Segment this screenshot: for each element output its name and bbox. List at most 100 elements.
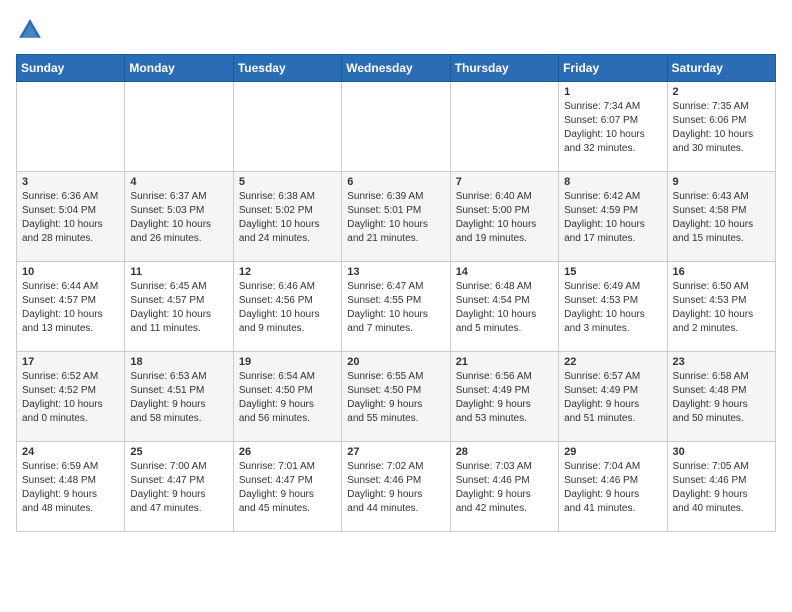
calendar-cell: 11 Sunrise: 6:45 AM Sunset: 4:57 PM Dayli… (125, 262, 233, 352)
calendar-header-row: SundayMondayTuesdayWednesdayThursdayFrid… (17, 55, 776, 82)
page-header (16, 16, 776, 44)
day-info: Sunrise: 6:50 AM Sunset: 4:53 PM Dayligh… (673, 280, 770, 336)
calendar-cell (17, 82, 125, 172)
calendar-header-thursday: Thursday (450, 55, 558, 82)
calendar-table: SundayMondayTuesdayWednesdayThursdayFrid… (16, 54, 776, 532)
day-number: 13 (347, 266, 444, 278)
calendar-cell: 5 Sunrise: 6:38 AM Sunset: 5:02 PM Daylig… (233, 172, 341, 262)
day-info: Sunrise: 6:52 AM Sunset: 4:52 PM Dayligh… (22, 370, 119, 426)
calendar-cell: 30 Sunrise: 7:05 AM Sunset: 4:46 PM Dayli… (667, 442, 775, 532)
calendar-cell (450, 82, 558, 172)
calendar-header-saturday: Saturday (667, 55, 775, 82)
calendar-cell: 17 Sunrise: 6:52 AM Sunset: 4:52 PM Dayli… (17, 352, 125, 442)
day-number: 3 (22, 176, 119, 188)
day-info: Sunrise: 6:40 AM Sunset: 5:00 PM Dayligh… (456, 190, 553, 246)
day-info: Sunrise: 6:58 AM Sunset: 4:48 PM Dayligh… (673, 370, 770, 426)
calendar-cell: 29 Sunrise: 7:04 AM Sunset: 4:46 PM Dayli… (559, 442, 667, 532)
logo[interactable] (16, 16, 48, 44)
day-number: 29 (564, 446, 661, 458)
calendar-cell: 21 Sunrise: 6:56 AM Sunset: 4:49 PM Dayli… (450, 352, 558, 442)
day-info: Sunrise: 7:35 AM Sunset: 6:06 PM Dayligh… (673, 100, 770, 156)
day-number: 25 (130, 446, 227, 458)
day-info: Sunrise: 6:43 AM Sunset: 4:58 PM Dayligh… (673, 190, 770, 246)
day-number: 19 (239, 356, 336, 368)
calendar-cell: 10Sunrise: 6:44 AM Sunset: 4:57 PM Dayli… (17, 262, 125, 352)
day-info: Sunrise: 6:47 AM Sunset: 4:55 PM Dayligh… (347, 280, 444, 336)
day-number: 4 (130, 176, 227, 188)
day-number: 16 (673, 266, 770, 278)
calendar-header-tuesday: Tuesday (233, 55, 341, 82)
day-info: Sunrise: 6:57 AM Sunset: 4:49 PM Dayligh… (564, 370, 661, 426)
calendar-week-3: 10Sunrise: 6:44 AM Sunset: 4:57 PM Dayli… (17, 262, 776, 352)
day-number: 17 (22, 356, 119, 368)
calendar-cell: 28 Sunrise: 7:03 AM Sunset: 4:46 PM Dayli… (450, 442, 558, 532)
calendar-cell: 13 Sunrise: 6:47 AM Sunset: 4:55 PM Dayli… (342, 262, 450, 352)
calendar-header-monday: Monday (125, 55, 233, 82)
day-info: Sunrise: 6:56 AM Sunset: 4:49 PM Dayligh… (456, 370, 553, 426)
calendar-week-2: 3 Sunrise: 6:36 AM Sunset: 5:04 PM Daylig… (17, 172, 776, 262)
calendar-cell: 19 Sunrise: 6:54 AM Sunset: 4:50 PM Dayli… (233, 352, 341, 442)
calendar-cell: 12 Sunrise: 6:46 AM Sunset: 4:56 PM Dayli… (233, 262, 341, 352)
day-number: 11 (130, 266, 227, 278)
calendar-cell: 15 Sunrise: 6:49 AM Sunset: 4:53 PM Dayli… (559, 262, 667, 352)
day-number: 21 (456, 356, 553, 368)
day-info: Sunrise: 7:04 AM Sunset: 4:46 PM Dayligh… (564, 460, 661, 516)
day-number: 22 (564, 356, 661, 368)
calendar-cell: 2 Sunrise: 7:35 AM Sunset: 6:06 PM Daylig… (667, 82, 775, 172)
day-info: Sunrise: 6:49 AM Sunset: 4:53 PM Dayligh… (564, 280, 661, 336)
day-number: 9 (673, 176, 770, 188)
day-number: 10 (22, 266, 119, 278)
calendar-cell: 7Sunrise: 6:40 AM Sunset: 5:00 PM Daylig… (450, 172, 558, 262)
calendar-cell: 27Sunrise: 7:02 AM Sunset: 4:46 PM Dayli… (342, 442, 450, 532)
calendar-cell: 16 Sunrise: 6:50 AM Sunset: 4:53 PM Dayli… (667, 262, 775, 352)
calendar-cell: 9 Sunrise: 6:43 AM Sunset: 4:58 PM Daylig… (667, 172, 775, 262)
calendar-header-wednesday: Wednesday (342, 55, 450, 82)
day-info: Sunrise: 6:45 AM Sunset: 4:57 PM Dayligh… (130, 280, 227, 336)
day-info: Sunrise: 7:03 AM Sunset: 4:46 PM Dayligh… (456, 460, 553, 516)
calendar-cell: 3 Sunrise: 6:36 AM Sunset: 5:04 PM Daylig… (17, 172, 125, 262)
calendar-cell: 20Sunrise: 6:55 AM Sunset: 4:50 PM Dayli… (342, 352, 450, 442)
day-info: Sunrise: 6:36 AM Sunset: 5:04 PM Dayligh… (22, 190, 119, 246)
calendar-cell (342, 82, 450, 172)
calendar-cell (233, 82, 341, 172)
day-info: Sunrise: 6:39 AM Sunset: 5:01 PM Dayligh… (347, 190, 444, 246)
day-number: 30 (673, 446, 770, 458)
day-number: 15 (564, 266, 661, 278)
calendar-cell: 25 Sunrise: 7:00 AM Sunset: 4:47 PM Dayli… (125, 442, 233, 532)
day-number: 1 (564, 86, 661, 98)
day-number: 8 (564, 176, 661, 188)
day-number: 28 (456, 446, 553, 458)
calendar-header-sunday: Sunday (17, 55, 125, 82)
day-info: Sunrise: 7:02 AM Sunset: 4:46 PM Dayligh… (347, 460, 444, 516)
day-info: Sunrise: 6:59 AM Sunset: 4:48 PM Dayligh… (22, 460, 119, 516)
calendar-header-friday: Friday (559, 55, 667, 82)
day-info: Sunrise: 6:37 AM Sunset: 5:03 PM Dayligh… (130, 190, 227, 246)
day-number: 23 (673, 356, 770, 368)
calendar-cell: 6 Sunrise: 6:39 AM Sunset: 5:01 PM Daylig… (342, 172, 450, 262)
calendar-cell: 1Sunrise: 7:34 AM Sunset: 6:07 PM Daylig… (559, 82, 667, 172)
day-info: Sunrise: 6:38 AM Sunset: 5:02 PM Dayligh… (239, 190, 336, 246)
day-number: 24 (22, 446, 119, 458)
calendar-week-1: 1Sunrise: 7:34 AM Sunset: 6:07 PM Daylig… (17, 82, 776, 172)
day-info: Sunrise: 6:46 AM Sunset: 4:56 PM Dayligh… (239, 280, 336, 336)
calendar-cell: 26 Sunrise: 7:01 AM Sunset: 4:47 PM Dayli… (233, 442, 341, 532)
calendar-cell: 4 Sunrise: 6:37 AM Sunset: 5:03 PM Daylig… (125, 172, 233, 262)
day-info: Sunrise: 6:53 AM Sunset: 4:51 PM Dayligh… (130, 370, 227, 426)
day-number: 5 (239, 176, 336, 188)
calendar-week-5: 24 Sunrise: 6:59 AM Sunset: 4:48 PM Dayli… (17, 442, 776, 532)
day-info: Sunrise: 7:01 AM Sunset: 4:47 PM Dayligh… (239, 460, 336, 516)
day-number: 14 (456, 266, 553, 278)
calendar-cell (125, 82, 233, 172)
calendar-cell: 14 Sunrise: 6:48 AM Sunset: 4:54 PM Dayli… (450, 262, 558, 352)
day-number: 26 (239, 446, 336, 458)
day-info: Sunrise: 6:54 AM Sunset: 4:50 PM Dayligh… (239, 370, 336, 426)
day-info: Sunrise: 7:05 AM Sunset: 4:46 PM Dayligh… (673, 460, 770, 516)
day-number: 18 (130, 356, 227, 368)
calendar-cell: 18 Sunrise: 6:53 AM Sunset: 4:51 PM Dayli… (125, 352, 233, 442)
calendar-cell: 23 Sunrise: 6:58 AM Sunset: 4:48 PM Dayli… (667, 352, 775, 442)
day-info: Sunrise: 7:00 AM Sunset: 4:47 PM Dayligh… (130, 460, 227, 516)
day-info: Sunrise: 6:48 AM Sunset: 4:54 PM Dayligh… (456, 280, 553, 336)
day-number: 6 (347, 176, 444, 188)
day-number: 2 (673, 86, 770, 98)
day-number: 12 (239, 266, 336, 278)
